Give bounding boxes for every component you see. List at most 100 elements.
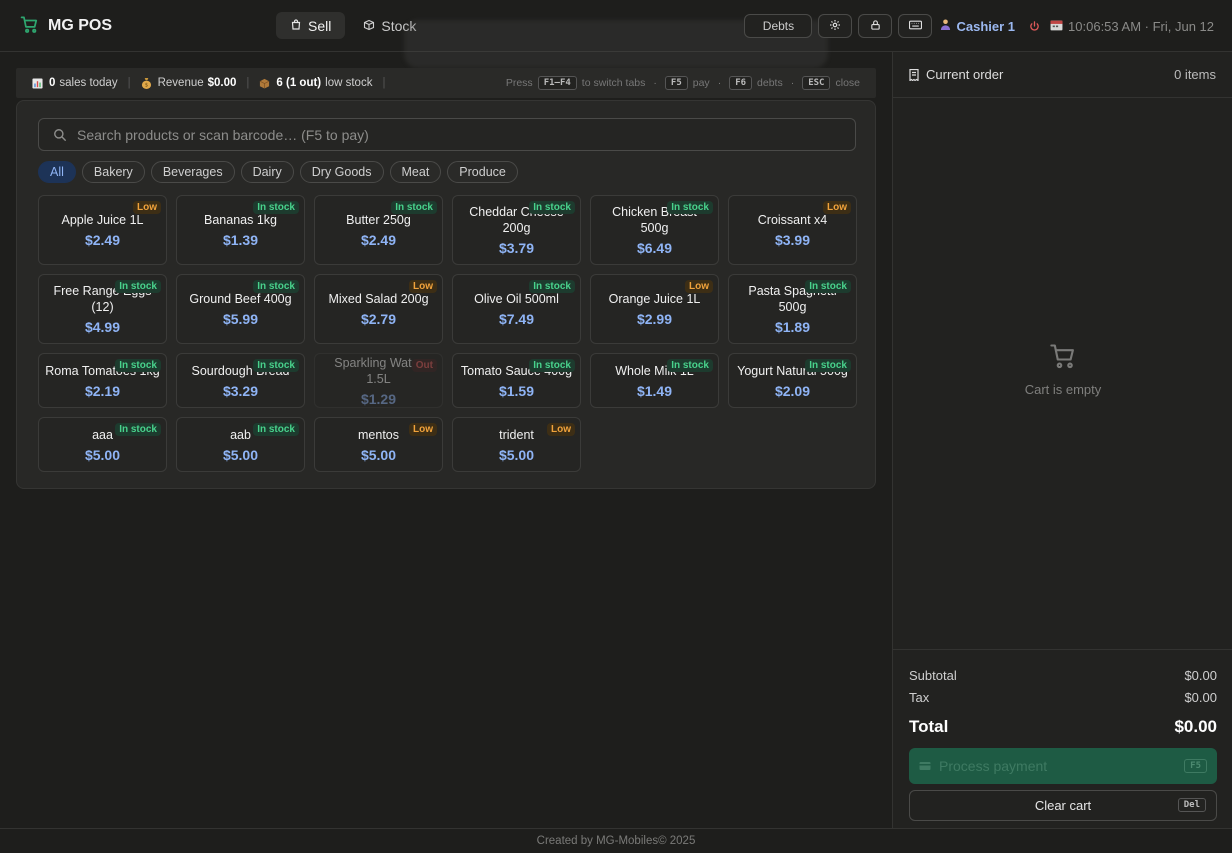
category-chip-dairy[interactable]: Dairy	[240, 161, 294, 183]
product-name: Ground Beef 400g	[189, 292, 292, 306]
stock-badge: In stock	[667, 359, 713, 372]
category-chip-beverages[interactable]: Beverages	[150, 161, 235, 183]
category-chip-meat[interactable]: Meat	[389, 161, 442, 183]
process-payment-button[interactable]: Process payment F5	[909, 748, 1217, 784]
tax-value: $0.00	[1184, 689, 1217, 705]
hint-close-text: close	[835, 77, 860, 89]
search-input[interactable]	[77, 126, 837, 143]
product-card[interactable]: Low Croissant x4 $3.99	[728, 195, 857, 265]
product-card[interactable]: In stock Olive Oil 500ml $7.49	[452, 274, 581, 344]
keyboard-hints: Press F1–F4 to switch tabs · F5 pay · F6…	[506, 76, 860, 90]
product-price: $6.49	[636, 240, 673, 256]
product-card[interactable]: In stock Tomato Sauce 400g $1.59	[452, 353, 581, 408]
pay-shortcut: F5	[1184, 759, 1207, 773]
product-name: aab	[230, 427, 251, 442]
product-name: Butter 250g	[346, 213, 411, 227]
low-stock-label: low stock	[325, 77, 373, 89]
stock-badge: In stock	[115, 280, 161, 293]
stock-badge: In stock	[529, 280, 575, 293]
product-price: $2.49	[84, 232, 121, 248]
product-card[interactable]: In stock Cheddar Cheese 200g $3.79	[452, 195, 581, 265]
divider: ·	[653, 77, 657, 89]
product-card[interactable]: In stock Bananas 1kg $1.39	[176, 195, 305, 265]
product-price: $2.99	[636, 311, 673, 327]
stock-badge: In stock	[805, 359, 851, 372]
total-row: Total $0.00	[909, 712, 1217, 742]
stock-badge: In stock	[253, 280, 299, 293]
process-payment-label: Process payment	[939, 758, 1048, 774]
stock-badge: Out	[411, 359, 437, 372]
revenue-label: Revenue	[157, 77, 204, 89]
cart-summary: Subtotal $0.00 Tax $0.00 Total $0.00 Pro…	[893, 649, 1232, 821]
product-card[interactable]: In stock Free Range Eggs (12) $4.99	[38, 274, 167, 344]
bag-icon	[290, 18, 302, 34]
top-bar: MG POS Sell Stock Debts Cashier 1 10:06:…	[0, 0, 1232, 68]
stock-badge: In stock	[253, 423, 299, 436]
clear-shortcut: Del	[1177, 798, 1206, 812]
product-card[interactable]: Out Sparkling Water 1.5L $1.29	[314, 353, 443, 408]
product-card[interactable]: In stock Ground Beef 400g $5.99	[176, 274, 305, 344]
svg-text:$: $	[144, 83, 147, 89]
product-name: Orange Juice 1L	[608, 292, 701, 306]
divider: ·	[717, 77, 722, 89]
product-card[interactable]: Low trident $5.00	[452, 417, 581, 472]
stock-badge: In stock	[115, 423, 161, 436]
stock-badge: In stock	[253, 201, 299, 214]
product-card[interactable]: In stock aaa $5.00	[38, 417, 167, 472]
product-card[interactable]: In stock Whole Milk 1L $1.49	[590, 353, 719, 408]
calendar-icon	[1050, 19, 1063, 34]
cashier-badge[interactable]: Cashier 1	[940, 18, 1015, 34]
category-chip-dry-goods[interactable]: Dry Goods	[299, 161, 384, 183]
product-card[interactable]: Low mentos $5.00	[314, 417, 443, 472]
keyboard-button[interactable]	[898, 14, 933, 38]
divider: |	[246, 77, 250, 89]
stock-badge: In stock	[667, 201, 713, 214]
product-card[interactable]: In stock Roma Tomatoes 1kg $2.19	[38, 353, 167, 408]
category-chip-bakery[interactable]: Bakery	[81, 161, 145, 183]
product-name: Croissant x4	[757, 213, 828, 227]
tab-sell-label: Sell	[308, 17, 332, 34]
total-value: $0.00	[1174, 717, 1217, 736]
cart-count: 0 items	[1174, 67, 1216, 82]
product-card[interactable]: In stock Yogurt Natural 500g $2.09	[728, 353, 857, 408]
product-card[interactable]: In stock Butter 250g $2.49	[314, 195, 443, 265]
settings-button[interactable]	[818, 14, 853, 38]
money-bag-icon: $	[141, 77, 152, 89]
card-icon	[919, 761, 931, 771]
stock-badge: In stock	[805, 280, 851, 293]
category-chip-all[interactable]: All	[38, 161, 76, 183]
clear-cart-button[interactable]: Clear cart Del	[909, 790, 1217, 821]
cart-empty-state: Cart is empty	[893, 342, 1232, 397]
power-icon[interactable]	[1029, 20, 1040, 32]
product-price: $2.09	[774, 382, 811, 399]
hint-debts-text: debts	[757, 77, 783, 89]
product-price: $1.39	[222, 232, 259, 248]
product-price: $5.00	[360, 446, 397, 463]
product-card[interactable]: In stock Chicken Breast 500g $6.49	[590, 195, 719, 265]
clock: 10:06:53 AM · Fri, Jun 12	[1050, 19, 1214, 34]
sales-label: sales today	[59, 77, 118, 89]
product-card[interactable]: In stock Pasta Spaghetti 500g $1.89	[728, 274, 857, 344]
divider: |	[382, 77, 386, 89]
product-card[interactable]: Low Apple Juice 1L $2.49	[38, 195, 167, 265]
lock-icon	[870, 19, 881, 34]
lock-button[interactable]	[858, 14, 893, 38]
product-card[interactable]: Low Orange Juice 1L $2.99	[590, 274, 719, 344]
clock-text: 10:06:53 AM · Fri, Jun 12	[1068, 18, 1214, 34]
hint-tabs-text: to switch tabs	[581, 77, 646, 89]
product-name: Bananas 1kg	[204, 213, 277, 227]
cart-header: Current order 0 items	[893, 52, 1232, 98]
debts-button[interactable]: Debts	[744, 14, 813, 38]
product-panel: All Bakery Beverages Dairy Dry Goods Mea…	[16, 100, 876, 489]
debts-label: Debts	[762, 19, 795, 33]
product-name: trident	[499, 427, 534, 442]
stats-bar: 0 sales today | $ Revenue $0.00 | 6 (1 o…	[16, 68, 876, 98]
tab-sell[interactable]: Sell	[276, 12, 346, 39]
product-card[interactable]: In stock Sourdough Bread $3.29	[176, 353, 305, 408]
product-card[interactable]: Low Mixed Salad 200g $2.79	[314, 274, 443, 344]
category-chip-produce[interactable]: Produce	[447, 161, 518, 183]
product-card[interactable]: In stock aab $5.00	[176, 417, 305, 472]
hint-press: Press	[505, 77, 533, 89]
footer: Created by MG-Mobiles© 2025	[0, 828, 1232, 853]
product-price: $3.29	[222, 382, 259, 399]
